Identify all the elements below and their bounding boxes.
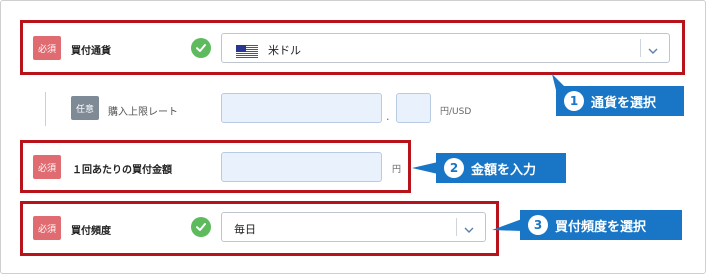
callout-text: 金額を入力 bbox=[471, 162, 537, 178]
callout-pointer bbox=[412, 162, 438, 174]
select-divider bbox=[640, 39, 641, 57]
decimal-separator: . bbox=[386, 110, 390, 123]
callout-pointer bbox=[552, 74, 564, 90]
callout-number: 3 bbox=[528, 215, 548, 235]
optional-badge: 任意 bbox=[71, 96, 99, 120]
callout-number: 2 bbox=[444, 158, 464, 178]
rate-decimal-input[interactable] bbox=[396, 93, 431, 123]
callout-enter-amount: 2 金額を入力 bbox=[412, 153, 566, 183]
callout-pointer bbox=[492, 219, 522, 231]
check-icon bbox=[191, 217, 211, 237]
required-badge: 必須 bbox=[33, 155, 61, 179]
required-badge: 必須 bbox=[33, 216, 61, 240]
currency-selected-value: 米ドル bbox=[268, 44, 301, 57]
amount-input[interactable] bbox=[221, 152, 382, 182]
currency-label: 買付通貨 bbox=[71, 46, 111, 57]
select-divider bbox=[456, 218, 457, 236]
chevron-down-icon[interactable] bbox=[463, 221, 475, 233]
amount-label: １回あたりの買付金額 bbox=[72, 165, 172, 176]
frequency-selected-value: 毎日 bbox=[234, 223, 256, 236]
frequency-label: 買付頻度 bbox=[71, 226, 111, 237]
callout-text: 買付頻度を選択 bbox=[555, 219, 647, 235]
amount-unit-label: 円 bbox=[392, 165, 402, 175]
rate-limit-label: 購入上限レート bbox=[108, 107, 178, 118]
frequency-select[interactable]: 毎日 bbox=[221, 212, 486, 242]
callout-select-frequency: 3 買付頻度を選択 bbox=[492, 210, 682, 240]
callout-select-currency: 1 通貨を選択 bbox=[552, 74, 684, 116]
currency-select[interactable]: 米ドル bbox=[221, 33, 670, 63]
callout-text: 通貨を選択 bbox=[591, 95, 657, 111]
callout-number: 1 bbox=[564, 91, 584, 111]
required-badge: 必須 bbox=[33, 36, 61, 60]
rate-unit-label: 円/USD bbox=[440, 107, 472, 117]
chevron-down-icon[interactable] bbox=[647, 42, 659, 54]
rate-integer-input[interactable] bbox=[221, 93, 382, 123]
optional-row-indicator bbox=[45, 92, 46, 126]
us-flag-icon bbox=[236, 43, 258, 58]
check-icon bbox=[191, 38, 211, 58]
